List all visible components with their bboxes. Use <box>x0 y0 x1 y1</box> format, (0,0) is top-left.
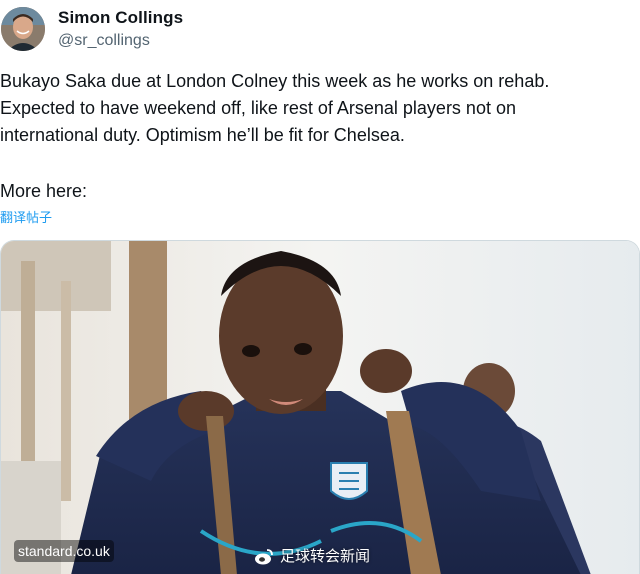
watermark-text: 足球转会新闻 <box>280 548 371 565</box>
weibo-watermark: 足球转会新闻 <box>254 546 370 568</box>
author-handle[interactable]: @sr_collings <box>58 32 150 50</box>
weibo-icon <box>255 549 273 565</box>
more-here-text: More here: <box>0 181 88 201</box>
profile-photo-icon <box>1 7 45 51</box>
tweet-header: Simon Collings @sr_collings <box>0 0 640 60</box>
tweet-text: Bukayo Saka due at London Colney this we… <box>0 71 550 145</box>
author-avatar[interactable] <box>1 7 45 51</box>
author-display-name[interactable]: Simon Collings <box>58 8 183 28</box>
media-source-label: standard.co.uk <box>14 540 114 562</box>
translate-post-link[interactable]: 翻译帖子 <box>0 207 52 226</box>
tweet-media-photo[interactable] <box>0 240 640 574</box>
player-photo <box>1 241 639 574</box>
